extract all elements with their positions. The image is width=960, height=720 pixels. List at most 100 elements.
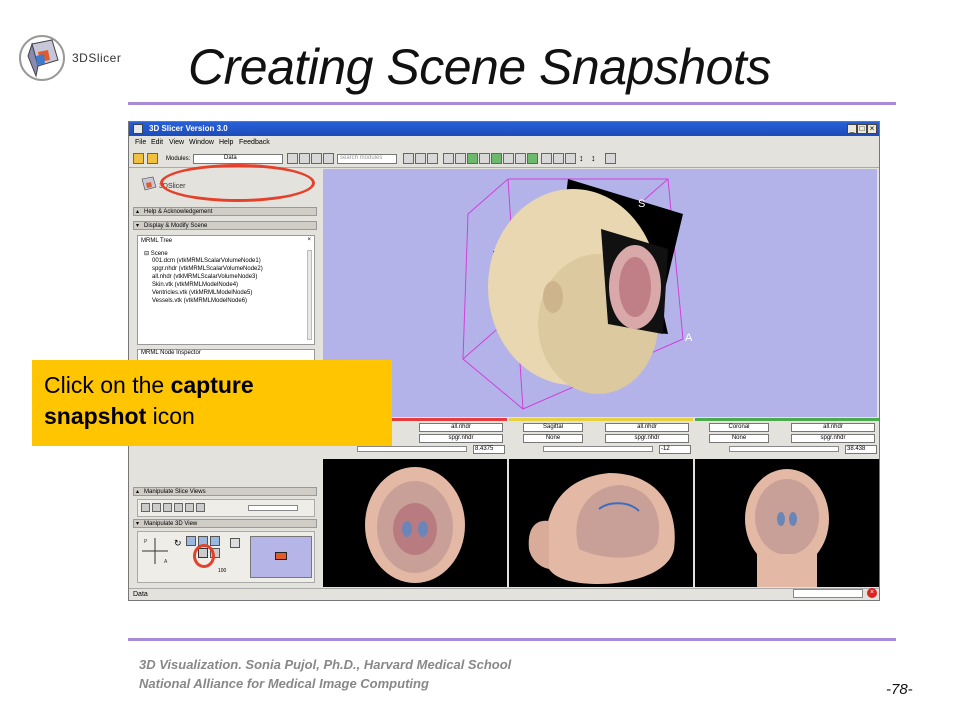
layout-icon[interactable]: [479, 153, 490, 164]
orientation-label-s: S: [638, 198, 645, 210]
section-slice-views[interactable]: ▴ Manipulate Slice Views: [133, 487, 317, 496]
foreground-select[interactable]: all.nhdr: [419, 423, 503, 432]
coronal-slice-image: [745, 469, 829, 587]
slice-offset-slider[interactable]: [543, 446, 653, 452]
layout-icon[interactable]: [503, 153, 514, 164]
view-icon[interactable]: [565, 153, 576, 164]
expand-arrow-icon: ▴: [136, 489, 140, 495]
menu-help[interactable]: Help: [219, 139, 233, 146]
background-select[interactable]: spgr.nhdr: [419, 434, 503, 443]
view-icon[interactable]: [163, 503, 172, 512]
layout-icon[interactable]: [455, 153, 466, 164]
orientation-cross-icon[interactable]: P A: [140, 536, 170, 566]
slice-view-yellow[interactable]: [509, 459, 693, 587]
layout-icon[interactable]: [403, 153, 414, 164]
close-icon[interactable]: ×: [307, 237, 311, 243]
tree-item[interactable]: Skin.vtk (vtkMRMLModelNode4): [152, 282, 238, 288]
slice-offset-value[interactable]: 38.438: [845, 445, 877, 454]
orientation-label-a: A: [685, 332, 693, 344]
layout-icon[interactable]: [491, 153, 502, 164]
3d-scene: S A: [462, 178, 693, 410]
inspector-label: MRML Node Inspector: [141, 350, 201, 356]
minimize-button[interactable]: _: [847, 124, 857, 134]
layout-icon[interactable]: [443, 153, 454, 164]
section-display-modify[interactable]: ▾ Display & Modify Scene: [133, 221, 317, 230]
refresh-icon[interactable]: [323, 153, 334, 164]
zoom-value[interactable]: 100: [218, 568, 226, 574]
close-button[interactable]: ×: [867, 124, 877, 134]
background-select[interactable]: spgr.nhdr: [605, 434, 689, 443]
layout-icon[interactable]: [467, 153, 478, 164]
status-bar: Data: [129, 588, 879, 600]
prev-module-icon[interactable]: [287, 153, 298, 164]
tree-item-scene[interactable]: ⊟ Scene: [144, 250, 168, 257]
view-icon[interactable]: [196, 503, 205, 512]
view-icon[interactable]: [553, 153, 564, 164]
background-select[interactable]: spgr.nhdr: [791, 434, 875, 443]
stereo-icon[interactable]: [230, 538, 240, 548]
mrml-tree: MRML Tree × ⊟ Scene 001.dcm (vtkMRMLScal…: [137, 235, 315, 345]
tree-item[interactable]: all.nhdr (vtkMRMLScalarVolumeNode3): [152, 274, 257, 280]
tree-item[interactable]: Ventricles.vtk (vtkMRMLModelNode5): [152, 290, 252, 296]
view-icon[interactable]: [174, 503, 183, 512]
menu-feedback[interactable]: Feedback: [239, 139, 270, 146]
tree-item[interactable]: Vessels.vtk (vtkMRMLModelNode6): [152, 298, 247, 304]
module-history-icon[interactable]: [311, 153, 322, 164]
expand-arrow-icon: ▾: [136, 521, 140, 527]
label-select[interactable]: None: [523, 434, 583, 443]
section-3d-view[interactable]: ▾ Manipulate 3D View: [133, 519, 317, 528]
menu-edit[interactable]: Edit: [151, 139, 163, 146]
label-select[interactable]: None: [709, 434, 769, 443]
view-icon[interactable]: [415, 153, 426, 164]
scrollbar[interactable]: [307, 250, 312, 340]
view-icon[interactable]: [186, 536, 196, 546]
layout-icon[interactable]: [527, 153, 538, 164]
maximize-button[interactable]: □: [857, 124, 867, 134]
slice-controller-green: Coronal None all.nhdr spgr.nhdr 38.438: [695, 418, 879, 458]
slicer-logo: 3DSlicer: [14, 30, 144, 90]
view-icon[interactable]: [541, 153, 552, 164]
menu-file[interactable]: File: [135, 139, 146, 146]
pick-icon[interactable]: ↕: [591, 153, 602, 164]
svg-text:P: P: [144, 539, 148, 545]
next-module-icon[interactable]: [299, 153, 310, 164]
page-number: -78-: [886, 681, 913, 698]
callout-suffix: icon: [146, 403, 195, 429]
view-icon[interactable]: [185, 503, 194, 512]
view-icon[interactable]: [152, 503, 161, 512]
slice-view-red[interactable]: [323, 459, 507, 587]
error-log-icon[interactable]: ×: [867, 588, 877, 598]
slice-color-bar: [695, 418, 879, 421]
slice-color-bar: [509, 418, 693, 421]
slice-offset-slider[interactable]: [357, 446, 467, 452]
home-icon[interactable]: [133, 153, 144, 164]
layout-icon[interactable]: [515, 153, 526, 164]
section-label: Help & Acknowledgement: [144, 209, 213, 215]
slice-view-green[interactable]: [695, 459, 879, 587]
modules-select[interactable]: Data: [193, 154, 283, 164]
view-3d[interactable]: S A: [323, 169, 877, 417]
foreground-select[interactable]: all.nhdr: [791, 423, 875, 432]
slice-offset-slider[interactable]: [729, 446, 839, 452]
view-icon[interactable]: [210, 536, 220, 546]
slice-offset-value[interactable]: -12: [659, 445, 691, 454]
pointer-icon[interactable]: ↕: [579, 153, 590, 164]
tree-item[interactable]: spgr.nhdr (vtkMRMLScalarVolumeNode2): [152, 266, 263, 272]
slice-offset-value[interactable]: 8.4375: [473, 445, 505, 454]
section-help[interactable]: ▴ Help & Acknowledgement: [133, 207, 317, 216]
rotate-icon[interactable]: ↻: [174, 538, 182, 549]
orientation-select[interactable]: Coronal: [709, 423, 769, 432]
section-label: Manipulate Slice Views: [144, 489, 206, 495]
foreground-select[interactable]: all.nhdr: [605, 423, 689, 432]
view-icon[interactable]: [141, 503, 150, 512]
menu-view[interactable]: View: [169, 139, 184, 146]
view-icon[interactable]: [427, 153, 438, 164]
menu-window[interactable]: Window: [189, 139, 214, 146]
search-input[interactable]: search modules: [337, 154, 397, 164]
orientation-select[interactable]: Sagittal: [523, 423, 583, 432]
view3d-thumbnail[interactable]: [250, 536, 312, 578]
slice-fov-slider[interactable]: [248, 505, 298, 511]
save-icon[interactable]: [147, 153, 158, 164]
fiducial-icon[interactable]: [605, 153, 616, 164]
tree-item[interactable]: 001.dcm (vtkMRMLScalarVolumeNode1): [152, 258, 261, 264]
